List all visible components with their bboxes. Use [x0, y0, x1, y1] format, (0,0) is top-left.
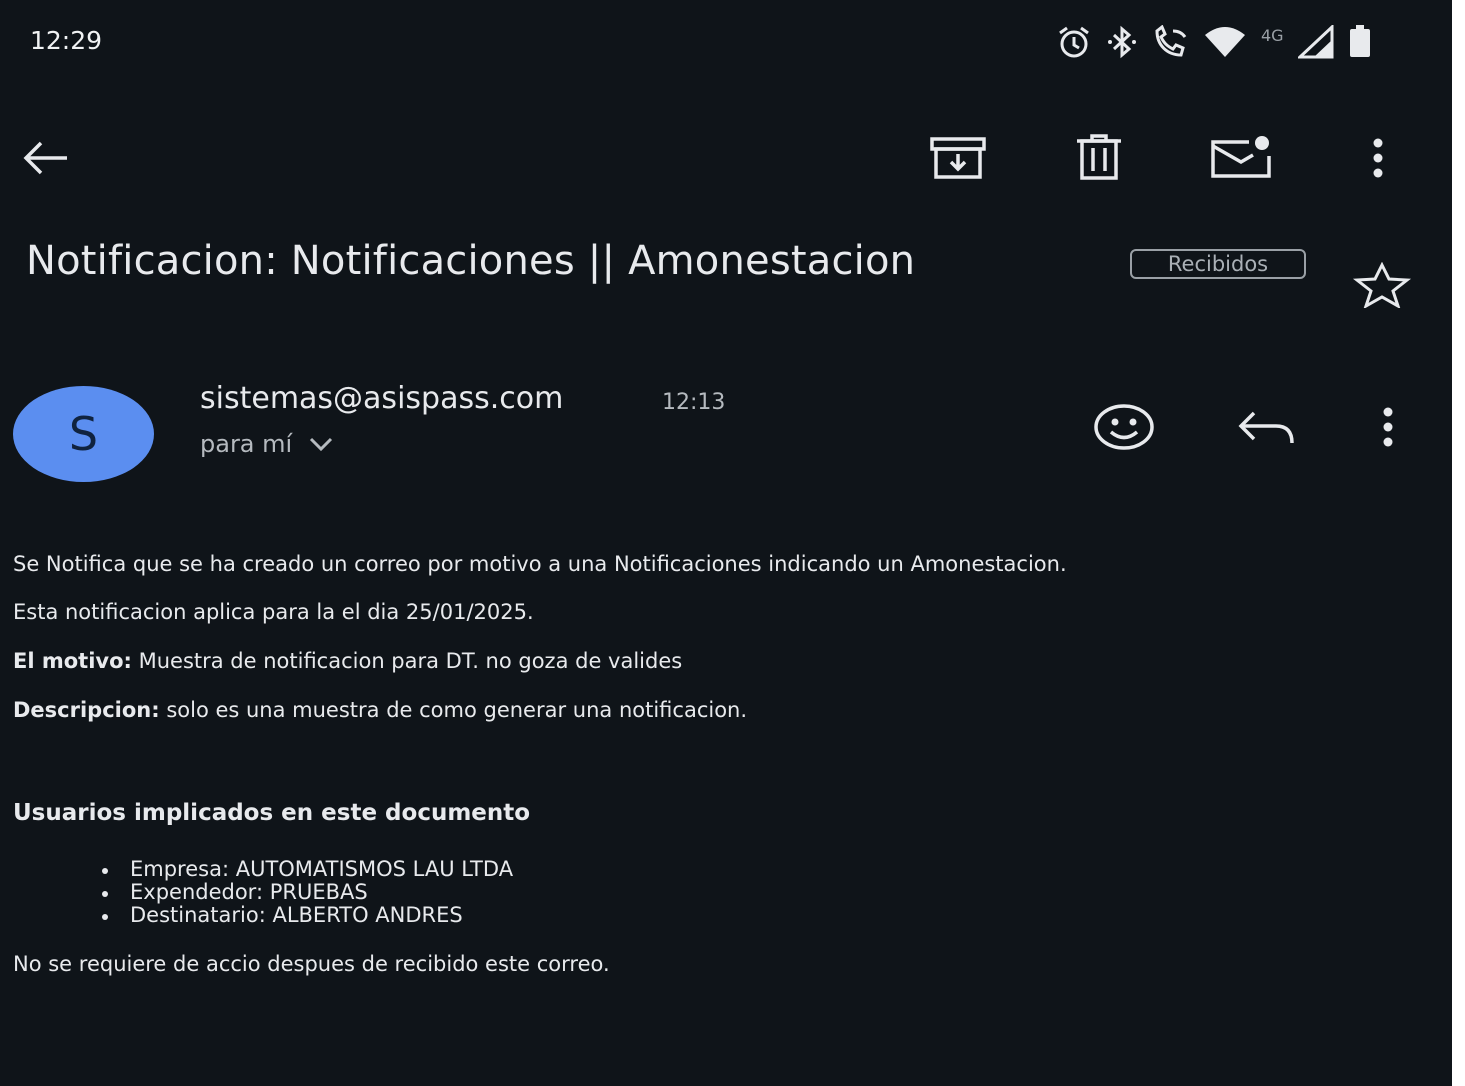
star-icon — [1352, 262, 1412, 308]
emoji-icon — [1093, 403, 1155, 451]
motivo-label: El motivo: — [13, 649, 132, 673]
recipient-toggle[interactable]: para mí — [200, 430, 334, 458]
archive-button[interactable] — [928, 134, 988, 182]
signal-icon — [1297, 25, 1334, 59]
list-item: Expendedor: PRUEBAS — [100, 881, 513, 904]
battery-icon — [1348, 25, 1372, 59]
more-options-button[interactable] — [1360, 134, 1396, 182]
network-label: 4G — [1261, 25, 1284, 45]
body-date-line: Esta notificacion aplica para la el dia … — [13, 600, 534, 624]
sender-email[interactable]: sistemas@asispass.com — [200, 381, 563, 416]
email-subject: Notificacion: Notificaciones || Amonesta… — [26, 238, 916, 284]
message-more-button[interactable] — [1370, 404, 1406, 450]
users-heading: Usuarios implicados en este documento — [13, 800, 531, 826]
wifi-icon — [1203, 25, 1247, 59]
users-list: Empresa: AUTOMATISMOS LAU LTDA Expendedo… — [100, 858, 513, 927]
inbox-label-chip[interactable]: Recibidos — [1130, 249, 1306, 279]
body-footer: No se requiere de accio despues de recib… — [13, 952, 610, 976]
more-vert-icon — [1380, 407, 1396, 447]
reply-button[interactable] — [1234, 404, 1298, 450]
wifi-call-icon — [1151, 25, 1189, 59]
delete-button[interactable] — [1072, 132, 1126, 182]
archive-icon — [929, 136, 987, 180]
body-motivo: El motivo: Muestra de notificacion para … — [13, 649, 682, 673]
email-screen: 12:29 4G Notificacion: Notificaciones ||… — [0, 0, 1452, 1086]
delete-icon — [1074, 133, 1124, 181]
star-button[interactable] — [1350, 260, 1414, 310]
descripcion-value: solo es una muestra de como generar una … — [159, 698, 748, 722]
sent-time: 12:13 — [662, 390, 726, 415]
bluetooth-icon — [1107, 25, 1137, 59]
back-arrow-icon — [21, 140, 69, 176]
alarm-icon — [1055, 25, 1093, 59]
body-descripcion: Descripcion: solo es una muestra de como… — [13, 698, 747, 722]
list-item: Destinatario: ALBERTO ANDRES — [100, 904, 513, 927]
chevron-down-icon — [308, 430, 334, 458]
more-vert-icon — [1370, 138, 1386, 178]
reply-icon — [1236, 407, 1296, 447]
recipient-label: para mí — [200, 430, 293, 458]
motivo-value: Muestra de notificacion para DT. no goza… — [131, 649, 683, 673]
status-time: 12:29 — [30, 26, 103, 55]
back-button[interactable] — [18, 136, 72, 180]
sender-avatar[interactable]: S — [13, 386, 154, 482]
mark-unread-icon — [1209, 134, 1273, 180]
list-item: Empresa: AUTOMATISMOS LAU LTDA — [100, 858, 513, 881]
status-icons: 4G — [1055, 22, 1372, 62]
body-intro: Se Notifica que se ha creado un correo p… — [13, 552, 1067, 576]
descripcion-label: Descripcion: — [13, 698, 160, 722]
mark-unread-button[interactable] — [1208, 132, 1274, 182]
emoji-reaction-button[interactable] — [1090, 400, 1158, 454]
